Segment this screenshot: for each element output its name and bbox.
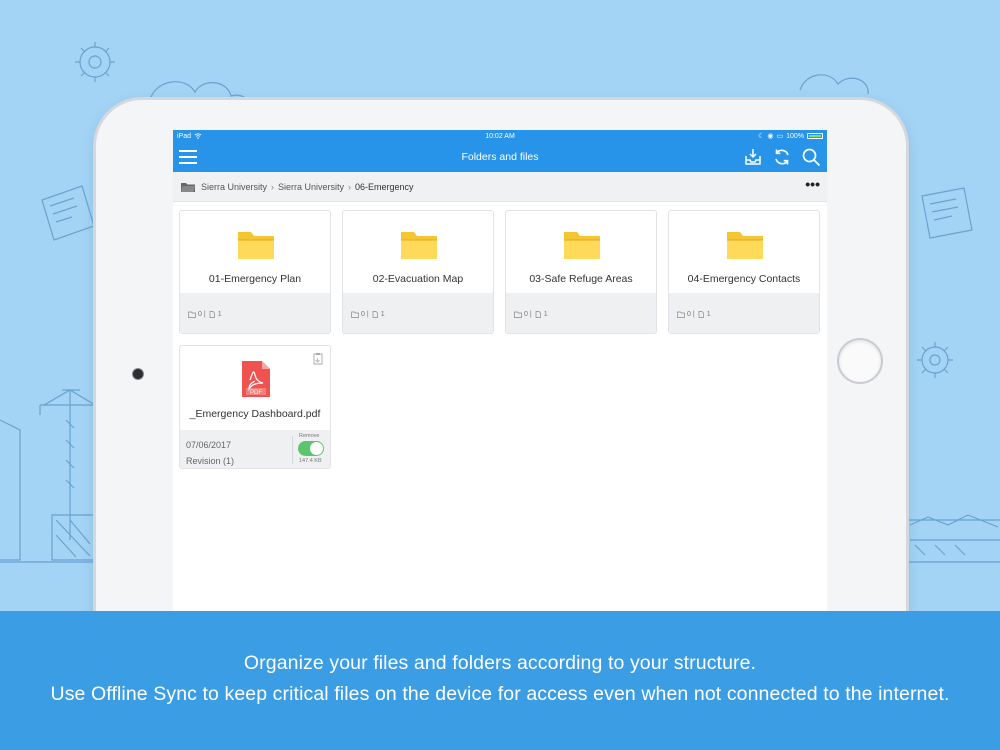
breadcrumb-item-parent[interactable]: Sierra University: [278, 182, 344, 192]
gear-sketch-icon: [917, 342, 953, 378]
subfolder-count-icon: [188, 311, 196, 318]
breadcrumb-item-current: 06-Emergency: [355, 181, 414, 192]
download-tray-icon[interactable]: [743, 147, 763, 167]
file-count-icon: [535, 311, 541, 318]
building-sketch: [0, 419, 95, 561]
folder-card[interactable]: 04-Emergency Contacts 0 | 1: [668, 210, 820, 334]
file-revision: Revision (1): [186, 456, 235, 466]
folder-icon: [238, 232, 274, 259]
battery-icon: [807, 133, 823, 139]
pdf-icon-label: PDF: [250, 390, 262, 396]
caption-line-2: Use Offline Sync to keep critical files …: [50, 683, 950, 705]
file-card[interactable]: PDF _Emergency Dashboard.pdf 07/06/2017 …: [179, 345, 331, 469]
folder-icon: [727, 232, 763, 259]
breadcrumb: Sierra University › Sierra University › …: [173, 172, 827, 202]
file-date: 07/06/2017: [186, 440, 232, 450]
more-options-icon[interactable]: •••: [805, 177, 820, 194]
offline-sync-toggle[interactable]: [298, 441, 324, 456]
caption-line-1: Organize your files and folders accordin…: [243, 652, 757, 674]
file-count: 1: [706, 311, 711, 318]
folder-name: 01-Emergency Plan: [208, 273, 302, 285]
file-count: 1: [380, 311, 385, 318]
ipad-camera: [133, 369, 143, 379]
clipboard-icon[interactable]: [312, 352, 324, 365]
sync-icon[interactable]: [772, 147, 792, 167]
file-count: 1: [543, 311, 548, 318]
file-count-icon: [209, 311, 215, 318]
status-bar: iPad 10:02 AM ☾ ◉ ▭ 100%: [173, 130, 827, 142]
folder-card[interactable]: 03-Safe Refuge Areas 0 | 1: [505, 210, 657, 334]
subfolder-count: 0: [361, 311, 365, 318]
folder-name: 04-Emergency Contacts: [687, 273, 801, 285]
divider: [292, 436, 293, 464]
pdf-file-icon: PDF: [242, 361, 270, 397]
file-count: 1: [217, 311, 222, 318]
search-icon[interactable]: [801, 147, 821, 167]
app-screen: iPad 10:02 AM ☾ ◉ ▭ 100% Folders and fil…: [173, 130, 827, 620]
breadcrumb-chevron-icon: ›: [271, 181, 275, 192]
paper-sketch-icon: [921, 187, 973, 239]
folder-card[interactable]: 02-Evacuation Map 0 | 1: [342, 210, 494, 334]
caption-banner: Organize your files and folders accordin…: [0, 611, 1000, 750]
folder-icon: [401, 232, 437, 259]
folder-card[interactable]: 01-Emergency Plan 0 | 1: [179, 210, 331, 334]
folder-name: 02-Evacuation Map: [372, 273, 464, 285]
subfolder-count: 0: [687, 311, 691, 318]
gear-sketch-icon: [75, 42, 115, 82]
breadcrumb-chevron-icon: ›: [348, 181, 352, 192]
subfolder-count-icon: [351, 311, 359, 318]
paper-sketch-icon: [41, 185, 95, 241]
subfolder-count: 0: [198, 311, 202, 318]
breadcrumb-item-root[interactable]: Sierra University: [201, 182, 267, 192]
folder-icon: [181, 182, 195, 192]
folder-name: 03-Safe Refuge Areas: [529, 273, 633, 285]
status-time: 10:02 AM: [485, 132, 515, 140]
crane-sketch: [39, 389, 96, 540]
subfolder-count: 0: [524, 311, 528, 318]
page-title: Folders and files: [461, 151, 539, 163]
construction-sketch: [906, 514, 1000, 556]
file-size: 147.4 KB: [299, 458, 322, 464]
file-count-icon: [372, 311, 378, 318]
subfolder-count-icon: [514, 311, 522, 318]
subfolder-count-icon: [677, 311, 685, 318]
offline-toggle-label: Remove: [299, 433, 320, 439]
nav-bar: Folders and files: [173, 142, 827, 172]
file-name: _Emergency Dashboard.pdf: [189, 408, 321, 420]
cloud-sketch: [799, 74, 869, 95]
file-count-icon: [698, 311, 704, 318]
ipad-home-button[interactable]: [837, 338, 883, 384]
folder-icon: [564, 232, 600, 259]
